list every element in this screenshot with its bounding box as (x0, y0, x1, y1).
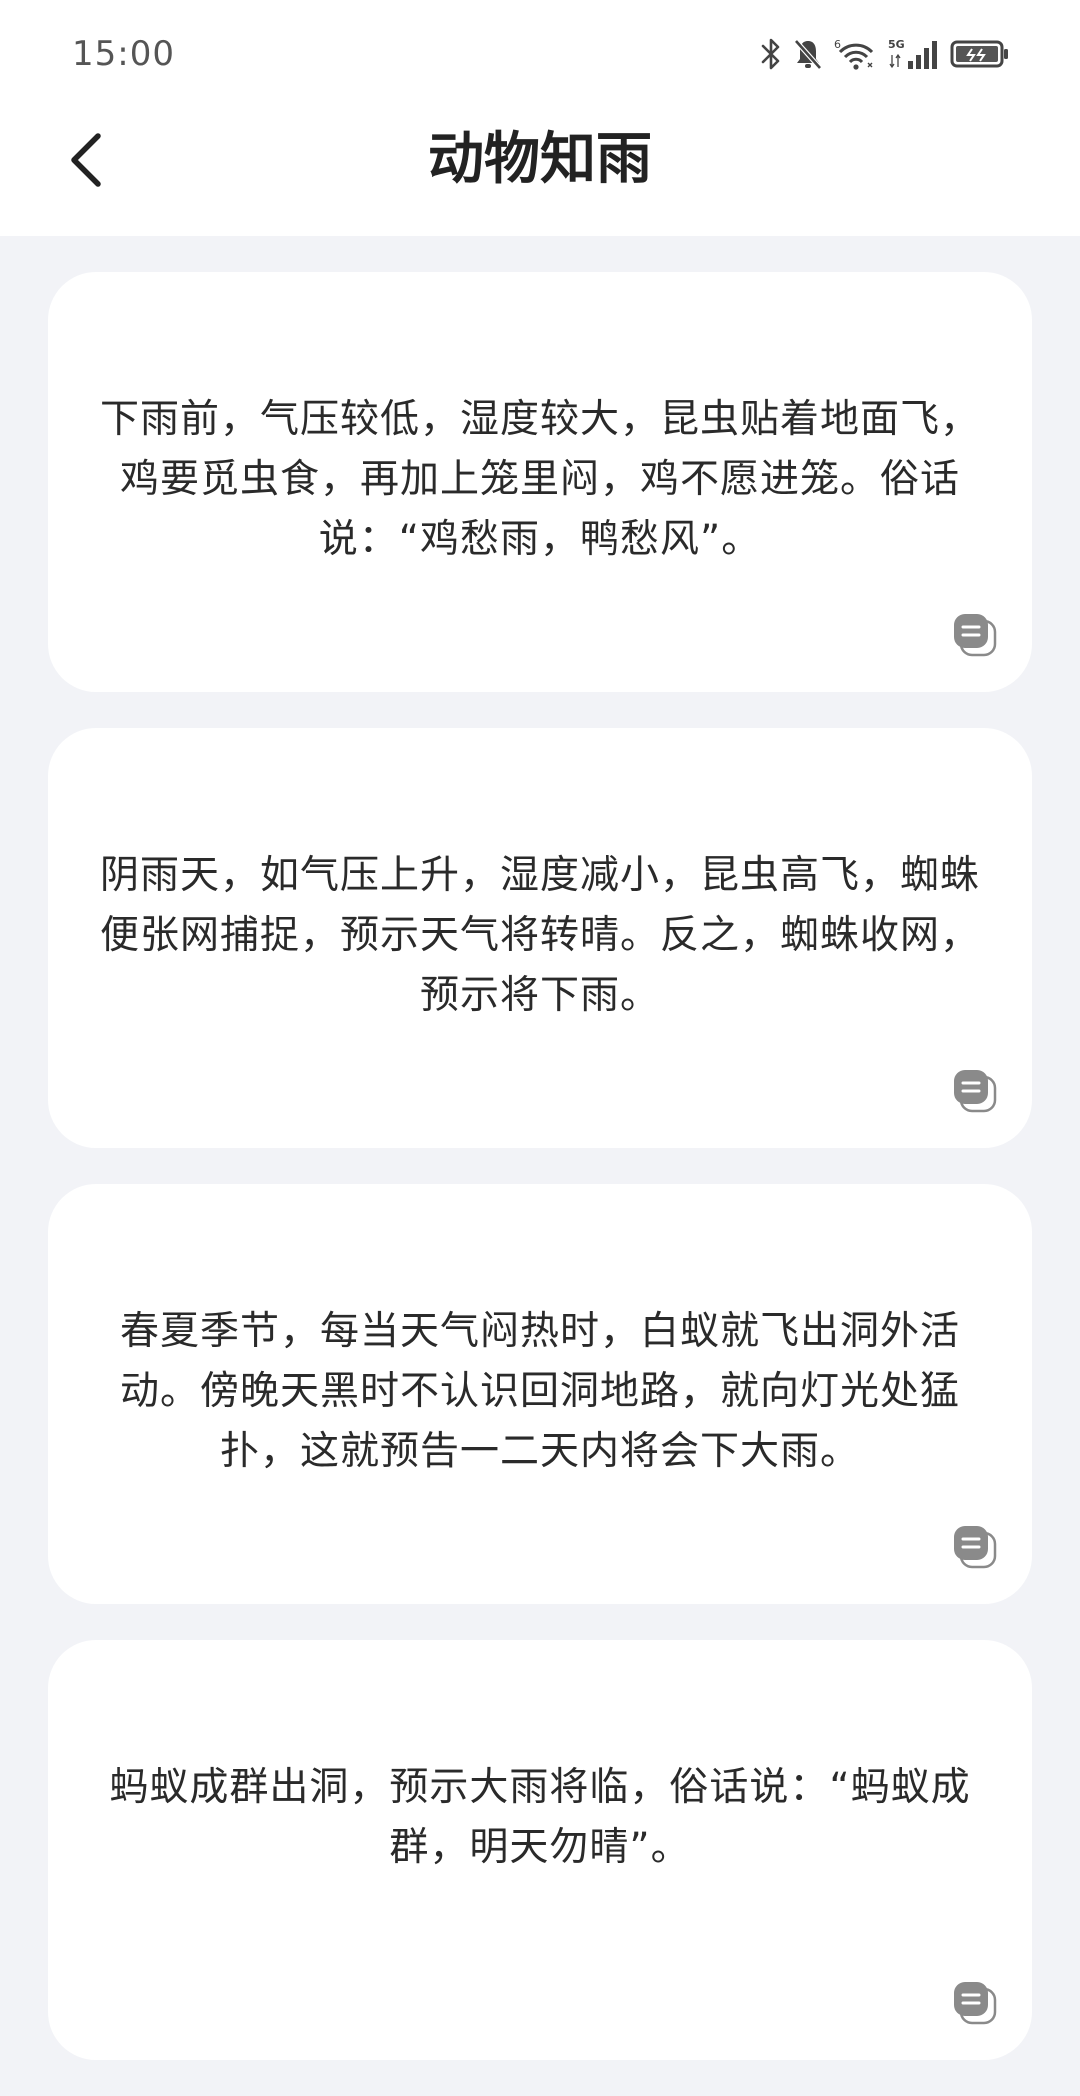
top-bar: 15:00 6 5G 动物知雨 (0, 0, 1080, 236)
proverb-card[interactable]: 春夏季节，每当天气闷热时，白蚁就飞出洞外活动。傍晚天黑时不认识回洞地路，就向灯光… (48, 1184, 1032, 1604)
proverb-card[interactable]: 下雨前，气压较低，湿度较大，昆虫贴着地面飞，鸡要觅虫食，再加上笼里闷，鸡不愿进笼… (48, 272, 1032, 692)
copy-button[interactable] (952, 612, 998, 658)
wifi-badge: 6 (834, 38, 841, 51)
mute-bell-icon (794, 39, 822, 70)
copy-icon (954, 1526, 997, 1569)
back-button[interactable] (52, 122, 120, 198)
copy-button[interactable] (952, 1980, 998, 2026)
wifi-icon: 6 (834, 38, 874, 70)
bluetooth-icon (761, 38, 780, 70)
page-title: 动物知雨 (428, 127, 652, 192)
copy-icon (954, 1070, 997, 1113)
proverb-card[interactable]: 蚂蚁成群出洞，预示大雨将临，俗话说：“蚂蚁成群，明天勿晴”。 (48, 1640, 1032, 2060)
battery-icon (950, 40, 1008, 68)
cellular-5g-icon: 5G (888, 38, 937, 69)
status-bar: 15:00 6 5G (0, 0, 1080, 110)
card-list: 下雨前，气压较低，湿度较大，昆虫贴着地面飞，鸡要觅虫食，再加上笼里闷，鸡不愿进笼… (48, 272, 1032, 2096)
nav-bar: 动物知雨 (0, 110, 1080, 236)
proverb-card[interactable]: 阴雨天，如气压上升，湿度减小，昆虫高飞，蜘蛛便张网捕捉，预示天气将转晴。反之，蜘… (48, 728, 1032, 1148)
copy-button[interactable] (952, 1524, 998, 1570)
copy-button[interactable] (952, 1068, 998, 1114)
status-time: 15:00 (72, 34, 175, 74)
copy-icon (954, 1982, 997, 2025)
card-text: 阴雨天，如气压上升，湿度减小，昆虫高飞，蜘蛛便张网捕捉，预示天气将转晴。反之，蜘… (99, 853, 980, 1018)
card-text: 下雨前，气压较低，湿度较大，昆虫贴着地面飞，鸡要觅虫食，再加上笼里闷，鸡不愿进笼… (99, 397, 980, 562)
card-text: 春夏季节，每当天气闷热时，白蚁就飞出洞外活动。傍晚天黑时不认识回洞地路，就向灯光… (119, 1309, 960, 1474)
card-text: 蚂蚁成群出洞，预示大雨将临，俗话说：“蚂蚁成群，明天勿晴”。 (109, 1765, 971, 1870)
status-icons: 6 5G (760, 34, 1010, 74)
chevron-left-icon (71, 133, 101, 187)
copy-icon (954, 614, 997, 657)
network-badge: 5G (888, 38, 905, 51)
